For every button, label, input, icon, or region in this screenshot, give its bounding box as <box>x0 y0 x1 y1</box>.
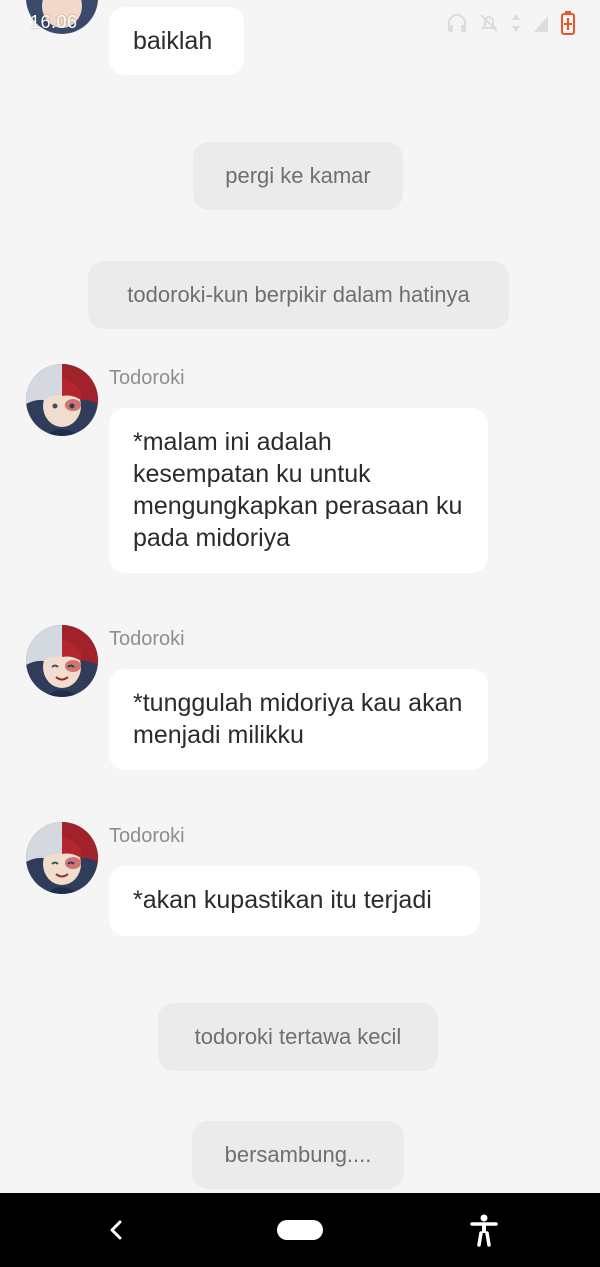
todoroki-avatar-image <box>26 364 98 436</box>
avatar-todoroki[interactable] <box>26 625 98 697</box>
data-arrows-icon <box>510 12 522 34</box>
message-bubble: *akan kupastikan itu terjadi <box>109 866 480 936</box>
message-bubble: *malam ini adalah kesempatan ku untuk me… <box>109 408 488 573</box>
sender-name: Todoroki <box>109 628 185 650</box>
signal-icon <box>532 12 550 34</box>
sender-name: Todoroki <box>109 825 185 847</box>
chat-screen: 16.06 baiklah pergi ke kamar todoroki-ku… <box>0 0 600 1267</box>
battery-charging-icon <box>560 10 576 36</box>
narration-bubble: todoroki tertawa kecil <box>158 1003 438 1071</box>
back-icon[interactable] <box>104 1217 128 1243</box>
narration-bubble: bersambung.... <box>192 1121 404 1189</box>
headphones-icon <box>446 12 468 34</box>
narration-bubble: todoroki-kun berpikir dalam hatinya <box>88 261 509 329</box>
bell-off-icon <box>478 12 500 34</box>
home-pill-icon[interactable] <box>277 1220 323 1240</box>
sender-name: Todoroki <box>109 367 185 389</box>
status-time: 16.06 <box>30 12 78 32</box>
avatar-todoroki[interactable] <box>26 822 98 894</box>
avatar-todoroki[interactable] <box>26 364 98 436</box>
narration-bubble: pergi ke kamar <box>193 142 403 210</box>
todoroki-avatar-image <box>26 625 98 697</box>
todoroki-avatar-image <box>26 822 98 894</box>
message-bubble: *tunggulah midoriya kau akan menjadi mil… <box>109 669 488 770</box>
message-bubble: baiklah <box>109 7 244 75</box>
navigation-bar <box>0 1193 600 1267</box>
status-icons <box>446 10 576 36</box>
accessibility-icon[interactable] <box>469 1213 499 1247</box>
